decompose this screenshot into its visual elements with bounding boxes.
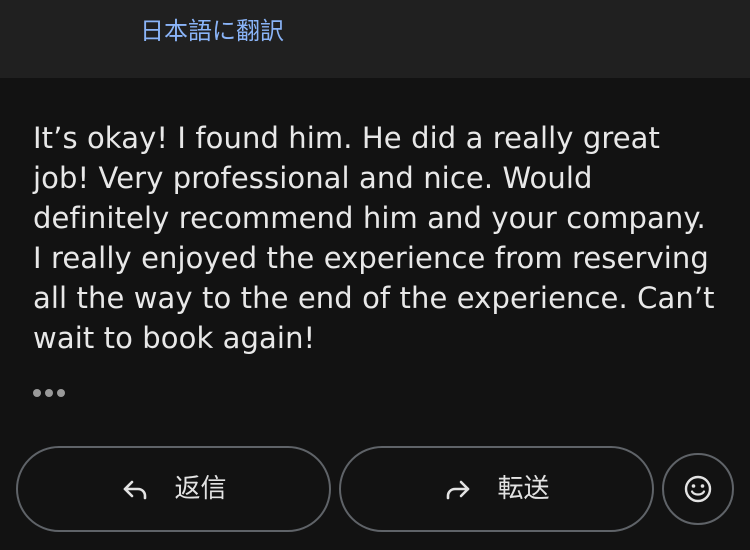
reply-label: 返信 (174, 474, 227, 504)
email-view: 日本語に翻訳 It’s okay! I found him. He did a … (0, 0, 750, 550)
message-body-text: It’s okay! I found him. He did a really … (33, 121, 715, 355)
smiley-icon (684, 475, 712, 503)
more-horiz-icon (45, 389, 53, 397)
add-emoji-reaction-button[interactable] (662, 453, 734, 525)
attachment-icon (48, 0, 92, 8)
translate-to-japanese-link[interactable]: 日本語に翻訳 (140, 14, 284, 48)
more-horiz-icon (57, 389, 65, 397)
forward-button[interactable]: 転送 (339, 446, 654, 532)
show-trimmed-content-button[interactable] (33, 378, 73, 408)
forward-label: 転送 (497, 474, 550, 504)
reply-arrow-icon (124, 480, 147, 500)
message-header: 日本語に翻訳 (0, 0, 750, 78)
forward-arrow-icon (447, 480, 470, 500)
overflow-icon[interactable] (640, 0, 660, 6)
more-horiz-icon (33, 389, 41, 397)
reply-button[interactable]: 返信 (16, 446, 331, 532)
